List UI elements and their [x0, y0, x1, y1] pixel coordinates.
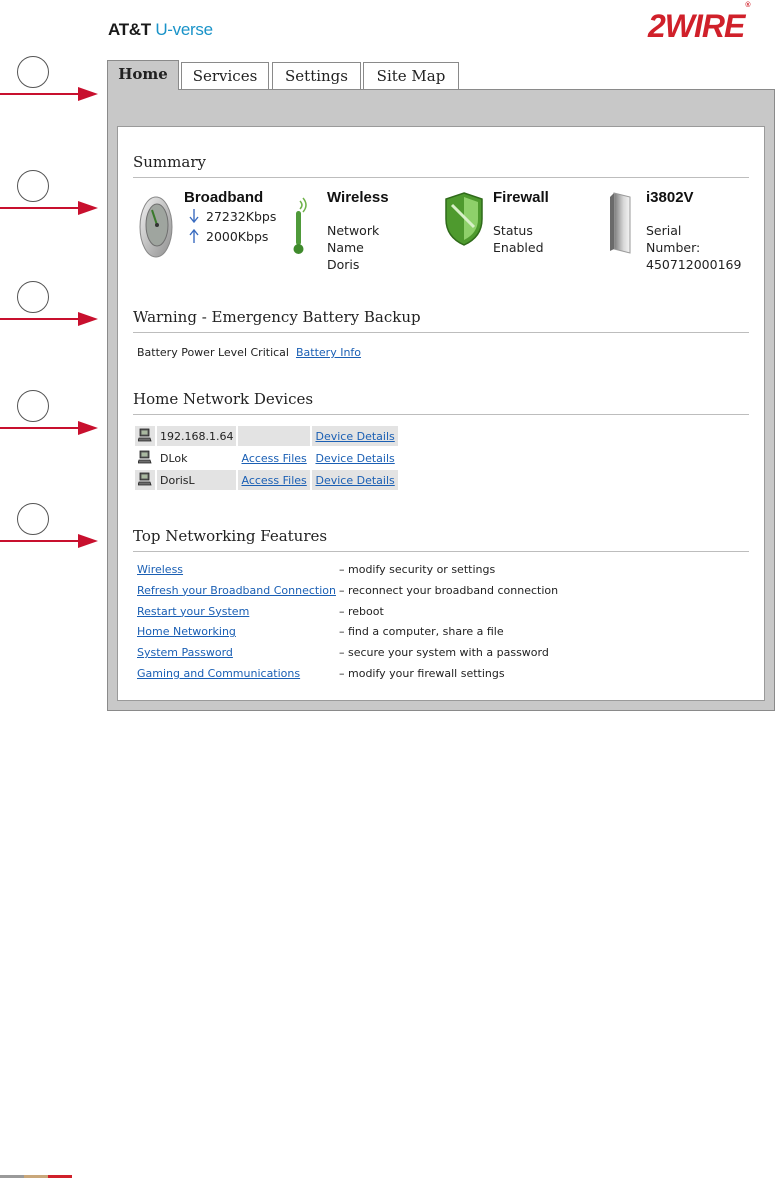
- battery-status-text: Battery Power Level Critical: [137, 346, 289, 359]
- device-details-cell: Device Details: [312, 426, 398, 446]
- callout-arrow-icon: [0, 201, 98, 215]
- computer-icon: [137, 450, 152, 463]
- shield-icon: [445, 192, 483, 246]
- access-files-link[interactable]: [238, 426, 311, 446]
- feature-link-home-networking[interactable]: Home Networking: [137, 625, 236, 638]
- att-logo-text: AT&T: [108, 20, 151, 39]
- feature-link-refresh-broadband[interactable]: Refresh your Broadband Connection: [137, 584, 336, 597]
- features-divider: [133, 551, 749, 552]
- uverse-logo-text: U-verse: [155, 20, 213, 39]
- content-frame: Summary Broadband 27232Kbps 2000Kbps Wir…: [107, 89, 775, 711]
- summary-title: Summary: [133, 153, 206, 171]
- feature-link-wireless[interactable]: Wireless: [137, 563, 183, 576]
- devices-divider: [133, 414, 749, 415]
- firewall-title: Firewall: [493, 189, 549, 206]
- gauge-icon: [139, 196, 173, 258]
- device-name: DorisL: [157, 470, 237, 490]
- callout-4: [0, 390, 110, 435]
- callout-arrow-icon: [0, 534, 98, 548]
- table-row: DorisL Access Files Device Details: [135, 470, 398, 490]
- wireless-line-1: Network: [327, 223, 380, 238]
- computer-icon: [137, 472, 152, 485]
- callout-1: [0, 56, 110, 101]
- 2wire-logo-text: 2WIRE: [648, 8, 745, 44]
- feature-description: – find a computer, share a file: [339, 625, 504, 639]
- device-details-link[interactable]: Device Details: [315, 474, 394, 487]
- antenna-icon: [293, 197, 307, 254]
- footer-bar-gray: [0, 1175, 24, 1178]
- feature-link-gaming-communications[interactable]: Gaming and Communications: [137, 667, 300, 680]
- upload-speed: 2000Kbps: [206, 229, 269, 244]
- feature-link-system-password[interactable]: System Password: [137, 646, 233, 659]
- callout-arrow-icon: [0, 312, 98, 326]
- devices-table: 192.168.1.64 Device Details DLok Access …: [133, 424, 400, 492]
- 2wire-logo: 2WIRE®: [648, 2, 751, 45]
- warning-divider: [133, 332, 749, 333]
- device-model: i3802V: [646, 189, 694, 206]
- device-details-cell: Device Details: [312, 448, 397, 468]
- tab-settings[interactable]: Settings: [272, 62, 361, 90]
- summary-divider: [133, 177, 749, 178]
- feature-description: – modify security or settings: [339, 563, 496, 576]
- arrow-down-icon: [189, 209, 199, 223]
- computer-icon: [137, 428, 152, 441]
- feature-description: – reconnect your broadband connection: [339, 583, 559, 597]
- computer-cell: [135, 426, 155, 446]
- wireless-title: Wireless: [327, 189, 389, 206]
- download-speed: 27232Kbps: [206, 209, 277, 224]
- wireless-line-2: Name: [327, 240, 364, 255]
- device-line-1: Serial: [646, 223, 682, 238]
- footer-bar-red: [48, 1175, 72, 1178]
- features-title: Top Networking Features: [133, 527, 328, 545]
- callout-3: [0, 281, 110, 326]
- battery-warning: Battery Power Level Critical Battery Inf…: [137, 346, 361, 359]
- computer-cell: [135, 448, 155, 468]
- gateway-icon: [610, 192, 631, 254]
- callout-arrow-icon: [0, 421, 98, 435]
- access-files-cell: Access Files: [238, 470, 311, 490]
- feature-description: – reboot: [339, 604, 384, 618]
- feature-description: – modify your firewall settings: [339, 666, 505, 680]
- device-line-2: Number:: [646, 240, 701, 255]
- tab-site-map[interactable]: Site Map: [363, 62, 459, 90]
- access-files-link[interactable]: Access Files: [241, 474, 306, 487]
- firewall-line-1: Status: [493, 223, 533, 238]
- arrow-up-icon: [189, 229, 199, 243]
- tab-services[interactable]: Services: [181, 62, 269, 90]
- devices-title: Home Network Devices: [133, 390, 314, 408]
- callout-arrow-icon: [0, 87, 98, 101]
- device-details-link[interactable]: Device Details: [315, 430, 394, 443]
- warning-title: Warning - Emergency Battery Backup: [133, 308, 421, 326]
- footer-bar-tan: [24, 1175, 48, 1178]
- wireless-network-name: Doris: [327, 257, 360, 272]
- feature-description: – secure your system with a password: [339, 646, 549, 660]
- registered-mark: ®: [745, 2, 750, 10]
- device-name: 192.168.1.64: [157, 426, 237, 446]
- access-files-link[interactable]: Access Files: [241, 452, 306, 465]
- firewall-status: Enabled: [493, 240, 544, 255]
- feature-link-restart-system[interactable]: Restart your System: [137, 605, 249, 618]
- callout-2: [0, 170, 110, 215]
- table-row: DLok Access Files Device Details: [135, 448, 398, 468]
- att-uverse-logo: AT&T U-verse: [108, 20, 213, 40]
- device-details-cell: Device Details: [312, 470, 398, 490]
- table-row: 192.168.1.64 Device Details: [135, 426, 398, 446]
- battery-info-link[interactable]: Battery Info: [296, 346, 361, 359]
- broadband-title: Broadband: [184, 189, 264, 206]
- device-serial: 450712000169: [646, 257, 742, 272]
- device-name: DLok: [160, 451, 188, 465]
- device-details-link[interactable]: Device Details: [315, 452, 394, 465]
- home-panel: Summary Broadband 27232Kbps 2000Kbps Wir…: [117, 126, 765, 701]
- access-files-cell: Access Files: [238, 448, 310, 468]
- tab-home[interactable]: Home: [107, 60, 179, 90]
- computer-cell: [135, 470, 155, 490]
- callout-5: [0, 503, 110, 548]
